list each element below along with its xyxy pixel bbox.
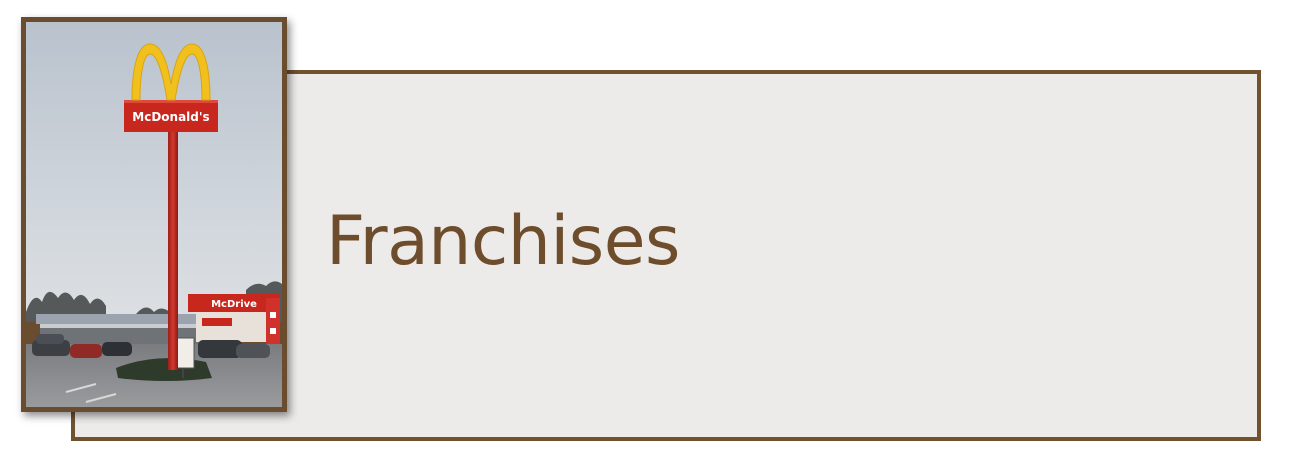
- photo-frame: McDrive McDonald's: [21, 17, 287, 412]
- mcdrive-sign-text: McDrive: [211, 299, 257, 310]
- mcdonalds-sign: McDonald's: [124, 100, 218, 132]
- mcdonalds-sign-photo: McDrive McDonald's: [26, 22, 282, 407]
- mcdonalds-sign-text: McDonald's: [132, 110, 209, 124]
- sky: [26, 22, 282, 322]
- slide-title: Franchises: [326, 202, 680, 281]
- sign-pole: [168, 132, 178, 370]
